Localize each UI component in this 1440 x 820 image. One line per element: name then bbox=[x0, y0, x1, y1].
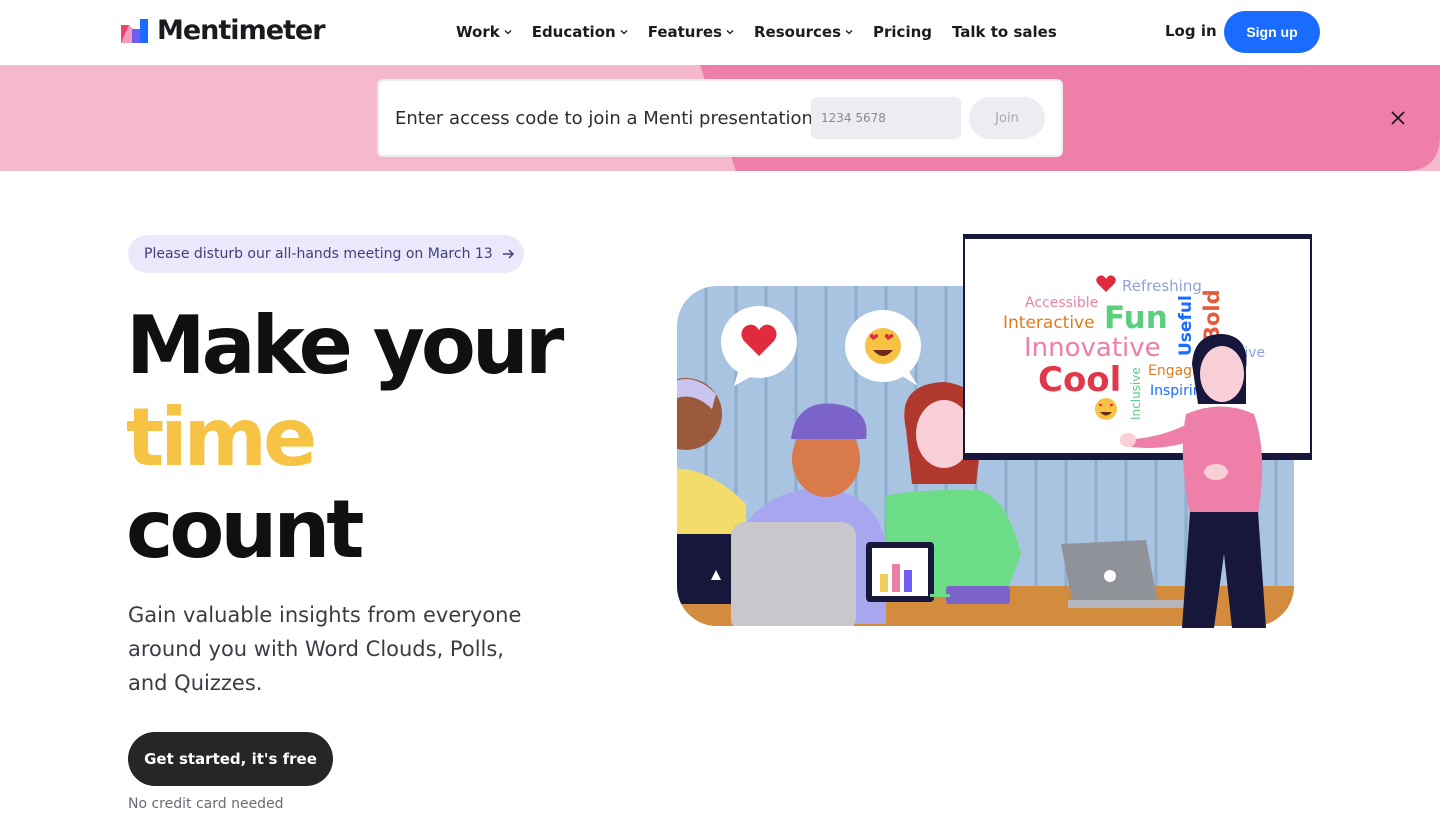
nav-item-label: Talk to sales bbox=[952, 23, 1057, 41]
nav-item-pricing[interactable]: Pricing bbox=[873, 23, 932, 41]
arrow-right-icon bbox=[502, 249, 514, 259]
word-interactive: Interactive bbox=[1003, 313, 1095, 333]
headline-line: Make your bbox=[126, 299, 564, 392]
login-link[interactable]: Log in bbox=[1165, 22, 1217, 40]
access-code-input[interactable] bbox=[811, 97, 961, 139]
nav-item-label: Features bbox=[647, 23, 722, 41]
hero-illustration: Refreshing Accessible Fun Useful Bold In… bbox=[676, 234, 1316, 628]
chevron-down-icon bbox=[620, 30, 628, 35]
join-label: Enter access code to join a Menti presen… bbox=[395, 107, 813, 129]
close-icon[interactable] bbox=[1388, 108, 1408, 128]
main-nav: Work Education Features Resources Pricin… bbox=[456, 20, 1077, 44]
word-fun: Fun bbox=[1104, 300, 1168, 336]
headline-accent: time bbox=[126, 391, 317, 484]
mentimeter-logo-icon bbox=[121, 19, 148, 43]
nav-item-label: Work bbox=[456, 23, 500, 41]
get-started-button[interactable]: Get started, it's free bbox=[128, 732, 333, 786]
meeting-illustration: Refreshing Accessible Fun Useful Bold In… bbox=[677, 234, 1312, 628]
nav-item-talk-to-sales[interactable]: Talk to sales bbox=[952, 23, 1057, 41]
emoji-icon bbox=[1095, 398, 1117, 420]
word-innovative: Innovative bbox=[1024, 333, 1161, 363]
chevron-down-icon bbox=[504, 30, 512, 35]
nav-item-education[interactable]: Education bbox=[532, 23, 628, 41]
word-inclusive: Inclusive bbox=[1129, 367, 1143, 420]
word-cool: Cool bbox=[1038, 360, 1121, 400]
top-header: Mentimeter Work Education Features Resou… bbox=[0, 0, 1440, 64]
word-useful: Useful bbox=[1176, 295, 1196, 356]
hero-subtext: Gain valuable insights from everyone aro… bbox=[128, 603, 522, 695]
chevron-down-icon bbox=[845, 30, 853, 35]
join-box: Enter access code to join a Menti presen… bbox=[377, 79, 1063, 157]
announcement-text: Please disturb our all-hands meeting on … bbox=[144, 246, 493, 262]
chevron-down-icon bbox=[726, 30, 734, 35]
nav-item-resources[interactable]: Resources bbox=[754, 23, 853, 41]
nav-item-label: Pricing bbox=[873, 23, 932, 41]
logo-text: Mentimeter bbox=[157, 15, 326, 46]
mentimeter-logo[interactable]: Mentimeter bbox=[121, 15, 326, 46]
no-credit-card-note: No credit card needed bbox=[128, 796, 284, 812]
join-banner: Enter access code to join a Menti presen… bbox=[0, 65, 1440, 171]
word-refreshing: Refreshing bbox=[1122, 277, 1202, 295]
headline-line: count bbox=[126, 483, 365, 576]
word-accessible: Accessible bbox=[1025, 295, 1098, 311]
nav-item-work[interactable]: Work bbox=[456, 23, 512, 41]
nav-item-label: Resources bbox=[753, 23, 842, 41]
hero-headline: Make your time count bbox=[126, 299, 564, 576]
nav-item-features[interactable]: Features bbox=[648, 23, 734, 41]
announcement-pill[interactable]: Please disturb our all-hands meeting on … bbox=[128, 235, 524, 273]
join-button[interactable]: Join bbox=[969, 97, 1045, 139]
nav-item-label: Education bbox=[531, 23, 616, 41]
signup-button[interactable]: Sign up bbox=[1224, 11, 1320, 53]
